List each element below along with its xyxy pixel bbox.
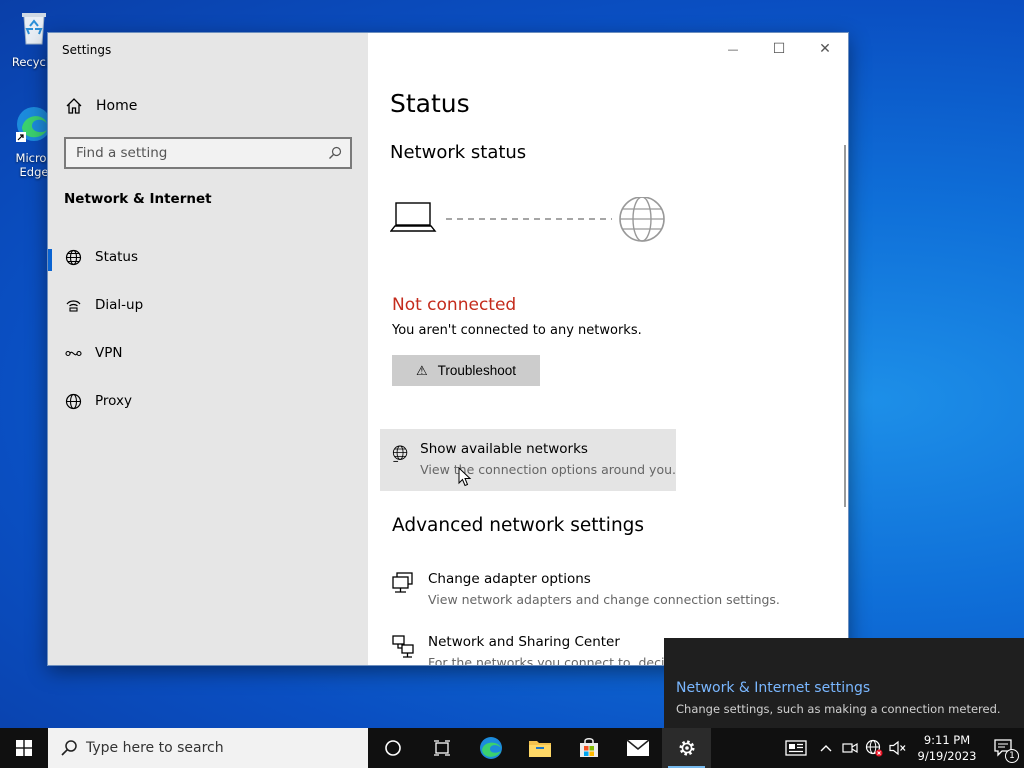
system-tray: 9:11 PM 9/19/2023 1 — [778, 728, 1024, 768]
windows-logo-icon — [16, 740, 32, 756]
sidebar: Settings Home Find a setting Network & I… — [48, 33, 368, 665]
toast-title[interactable]: Network & Internet settings — [676, 680, 870, 696]
sidebar-item-label: Status — [95, 249, 139, 265]
sharing-desc: For the networks you connect to, decide … — [428, 655, 695, 665]
maximize-icon: ☐ — [772, 41, 786, 57]
store-icon — [579, 738, 598, 757]
window-title: Settings — [62, 43, 112, 57]
taskbar-clock[interactable]: 9:11 PM 9/19/2023 — [910, 732, 984, 764]
network-adapter-icon — [392, 572, 413, 593]
settings-window: Settings Home Find a setting Network & I… — [48, 33, 848, 665]
sidebar-item-status[interactable]: Status — [48, 239, 368, 275]
notification-count-badge: 1 — [1005, 749, 1019, 763]
toast-desc: Change settings, such as making a connec… — [676, 702, 1001, 716]
task-view-button[interactable] — [417, 728, 466, 768]
dialup-icon — [64, 296, 82, 314]
cortana-button[interactable] — [368, 728, 417, 768]
tray-meet-now[interactable] — [838, 728, 862, 768]
sidebar-item-proxy[interactable]: Proxy — [48, 383, 368, 419]
close-button[interactable]: ✕ — [802, 33, 848, 65]
minimize-button[interactable]: — — [710, 33, 756, 65]
close-icon: ✕ — [819, 41, 831, 57]
scrollbar[interactable] — [844, 145, 846, 507]
taskbar-file-explorer[interactable] — [515, 728, 564, 768]
task-view-icon — [433, 740, 450, 756]
globe-network-icon — [392, 445, 408, 462]
search-icon — [61, 740, 77, 756]
start-button[interactable] — [0, 728, 48, 768]
globe-network-icon — [64, 248, 82, 266]
sidebar-item-label: VPN — [95, 345, 123, 361]
taskbar-mail[interactable] — [613, 728, 662, 768]
sidebar-item-label: Dial-up — [95, 297, 144, 313]
tray-volume[interactable] — [886, 728, 910, 768]
show-networks-title: Show available networks — [420, 441, 588, 457]
mail-icon — [625, 739, 650, 756]
taskbar: Type here to search 9:11 PM 9/19/2023 1 — [0, 728, 1024, 768]
tray-overflow[interactable] — [814, 728, 838, 768]
laptop-icon — [390, 202, 437, 232]
clock-time: 9:11 PM — [923, 733, 971, 747]
adapter-title: Change adapter options — [428, 571, 591, 587]
maximize-button[interactable]: ☐ — [756, 33, 802, 65]
show-available-networks-link[interactable]: Show available networks View the connect… — [380, 429, 676, 491]
mouse-cursor-icon — [458, 467, 472, 487]
volume-muted-icon — [889, 740, 906, 756]
advanced-settings-heading: Advanced network settings — [392, 515, 645, 536]
vpn-icon — [64, 344, 82, 362]
sidebar-section-title: Network & Internet — [64, 191, 212, 207]
taskbar-search-placeholder: Type here to search — [86, 740, 224, 756]
toast-notification[interactable]: Network & Internet settings Change setti… — [664, 638, 1024, 728]
globe-icon — [64, 392, 82, 410]
warning-icon: ⚠ — [416, 362, 428, 378]
connection-status: Not connected — [392, 295, 517, 315]
taskbar-store[interactable] — [564, 728, 613, 768]
gear-icon — [679, 740, 694, 756]
search-icon — [329, 146, 342, 159]
taskbar-edge[interactable] — [466, 728, 515, 768]
news-icon — [785, 740, 807, 756]
cortana-icon — [384, 740, 401, 756]
sharing-title: Network and Sharing Center — [428, 634, 620, 650]
troubleshoot-button[interactable]: ⚠ Troubleshoot — [392, 355, 540, 386]
taskbar-search-box[interactable]: Type here to search — [48, 728, 368, 768]
home-icon — [66, 98, 82, 114]
sidebar-item-label: Home — [96, 98, 138, 114]
adapter-desc: View network adapters and change connect… — [428, 592, 780, 607]
change-adapter-options-link[interactable]: Change adapter options View network adap… — [380, 559, 820, 621]
sidebar-item-label: Proxy — [95, 393, 132, 409]
tray-news[interactable] — [778, 728, 814, 768]
desktop-icon-label: Micros Edge — [15, 151, 53, 179]
taskbar-settings[interactable] — [662, 728, 711, 768]
network-diagram — [390, 197, 665, 242]
page-title: Status — [390, 89, 470, 118]
clock-date: 9/19/2023 — [917, 749, 977, 763]
sidebar-item-dial-up[interactable]: Dial-up — [48, 287, 368, 323]
sharing-center-icon — [392, 635, 414, 658]
window-controls: — ☐ ✕ — [710, 33, 848, 65]
edge-icon — [479, 737, 502, 759]
action-center-button[interactable]: 1 — [984, 728, 1024, 768]
network-disconnected-icon — [865, 739, 883, 757]
sidebar-item-vpn[interactable]: VPN — [48, 335, 368, 371]
sidebar-item-home[interactable]: Home — [48, 89, 368, 123]
connection-status-desc: You aren't connected to any networks. — [392, 323, 642, 338]
main-content: — ☐ ✕ Status Network status Not connecte… — [368, 33, 848, 665]
chevron-up-icon — [820, 745, 832, 752]
search-placeholder: Find a setting — [76, 145, 168, 161]
meet-now-icon — [842, 742, 858, 754]
network-status-heading: Network status — [390, 142, 527, 163]
minimize-icon: — — [727, 42, 739, 56]
tray-network[interactable] — [862, 728, 886, 768]
internet-globe-icon — [619, 197, 665, 242]
troubleshoot-label: Troubleshoot — [437, 363, 516, 378]
folder-icon — [528, 741, 551, 757]
find-setting-input[interactable]: Find a setting — [64, 137, 352, 169]
